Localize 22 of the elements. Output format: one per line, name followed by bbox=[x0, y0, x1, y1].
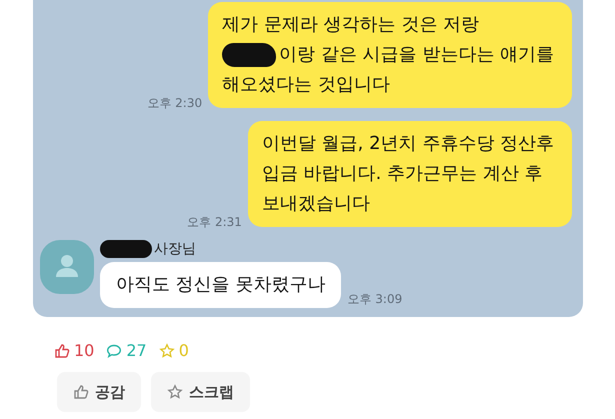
speech-bubble-icon bbox=[106, 342, 122, 358]
message-time: 오후 3:09 bbox=[347, 291, 402, 308]
thumbs-up-icon bbox=[73, 384, 89, 400]
message-text: 이번달 월급, 2년치 주휴수당 정산후 bbox=[262, 132, 554, 156]
message-text: 아직도 정신을 못차렸구나 bbox=[116, 273, 326, 297]
message-time: 오후 2:31 bbox=[187, 214, 242, 231]
star-icon bbox=[158, 342, 175, 358]
message-text: 제가 문제라 생각하는 것은 저랑 bbox=[222, 13, 479, 37]
avatar-icon bbox=[40, 240, 94, 294]
like-button[interactable]: 공감 bbox=[57, 372, 141, 412]
message-text: 해오셨다는 것입니다 bbox=[222, 73, 390, 97]
message-text: 이랑 같은 시급을 받는다는 얘기를 bbox=[279, 43, 554, 67]
star-icon bbox=[167, 384, 183, 400]
scrap-button[interactable]: 스크랩 bbox=[151, 372, 250, 412]
message-text: 보내겠습니다 bbox=[262, 192, 370, 216]
sender-name: 사장님 bbox=[154, 240, 196, 258]
stat-count: 0 bbox=[178, 341, 189, 360]
stat-count: 27 bbox=[126, 341, 147, 360]
message-text: 입금 바랍니다. 추가근무는 계산 후 bbox=[262, 162, 543, 186]
message-time: 오후 2:30 bbox=[147, 95, 202, 112]
thumbs-up-icon bbox=[54, 342, 70, 358]
stat-count: 10 bbox=[74, 341, 94, 360]
